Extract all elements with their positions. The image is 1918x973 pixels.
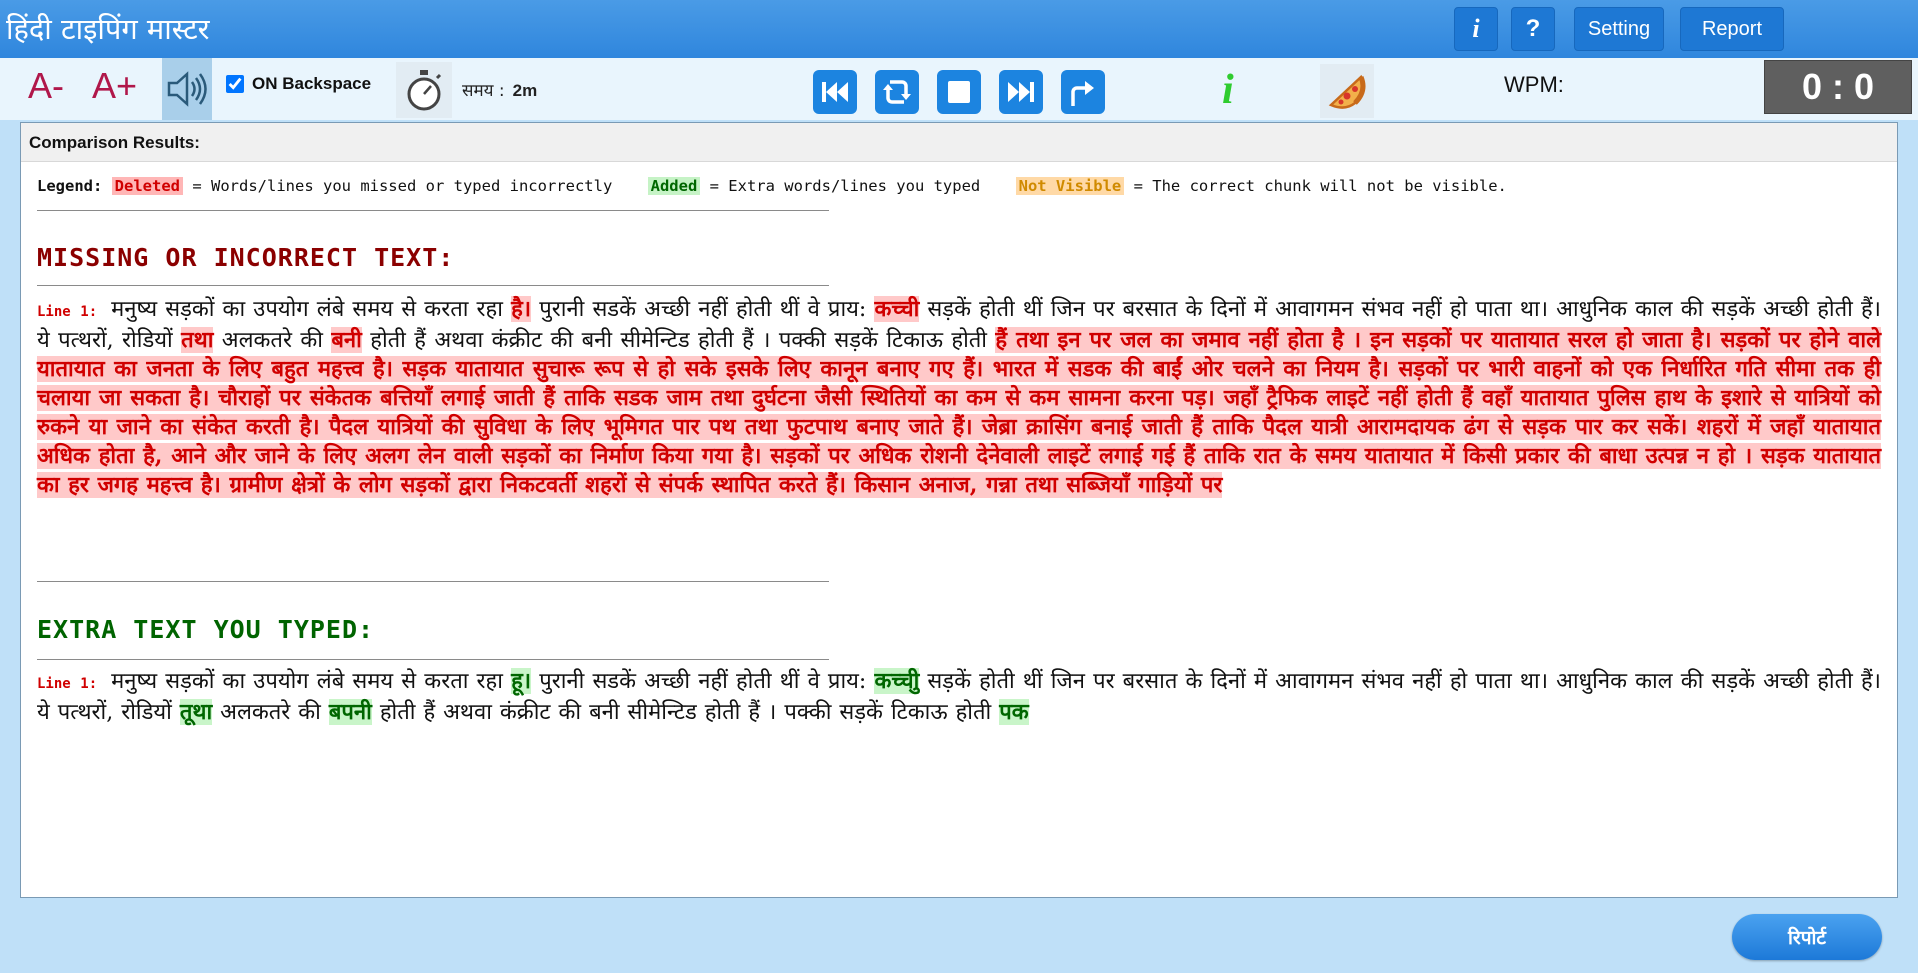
- correct-text: अलकतरे की: [213, 328, 332, 353]
- line-number: Line 1:: [37, 304, 98, 320]
- extra-text-block: Line 1: मनुष्य सड़कों का उपयोग लंबे समय स…: [37, 667, 1881, 727]
- setting-button[interactable]: Setting: [1574, 7, 1664, 51]
- legend: Legend: Deleted = Words/lines you missed…: [37, 177, 1507, 195]
- divider: [37, 581, 829, 582]
- info-button[interactable]: i: [1454, 7, 1498, 51]
- deleted-text: तथा: [181, 327, 214, 353]
- refresh-button[interactable]: [875, 70, 919, 114]
- skip-back-button[interactable]: [813, 70, 857, 114]
- backspace-label: ON Backspace: [252, 74, 372, 93]
- score-display: 0 : 0: [1764, 60, 1912, 114]
- results-title: Comparison Results:: [29, 133, 200, 152]
- divider: [37, 210, 829, 211]
- time-value: 2m: [512, 81, 538, 100]
- legend-deleted-desc: = Words/lines you missed or typed incorr…: [192, 177, 613, 195]
- font-decrease-button[interactable]: A-: [28, 68, 64, 104]
- report-button[interactable]: Report: [1680, 7, 1784, 51]
- share-icon: [1071, 81, 1094, 106]
- font-increase-button[interactable]: A+: [92, 68, 137, 104]
- legend-added-desc: = Extra words/lines you typed: [709, 177, 981, 195]
- skip-back-icon: [822, 82, 848, 102]
- legend-not-visible-desc: = The correct chunk will not be visible.: [1133, 177, 1507, 195]
- time-display: समय : 2m: [462, 78, 537, 101]
- extra-section-title: EXTRA TEXT YOU TYPED:: [37, 615, 375, 644]
- skip-forward-button[interactable]: [999, 70, 1043, 114]
- missing-text-block: Line 1: मनुष्य सड़कों का उपयोग लंबे समय स…: [37, 295, 1882, 500]
- toolbar: A- A+ ON Backspace समय : 2m i WPM: 0: 0: [0, 58, 1918, 120]
- time-label: समय :: [462, 81, 505, 101]
- app-title: हिंदी टाइपिंग मास्टर: [6, 12, 210, 46]
- title-bar: हिंदी टाइपिंग मास्टर i ? Setting Report: [0, 0, 1918, 58]
- results-panel: Comparison Results: Legend: Deleted = Wo…: [20, 122, 1898, 898]
- sound-toggle-button[interactable]: [162, 58, 212, 120]
- divider: [37, 659, 829, 660]
- stop-icon: [948, 81, 970, 103]
- help-button[interactable]: ?: [1511, 7, 1555, 51]
- typed-text: होती हैं अथवा कंक्रीट की बनी सीमेन्टिड ह…: [371, 700, 1000, 725]
- legend-deleted-tag: Deleted: [111, 177, 183, 195]
- correct-text: पुरानी सडकें अच्छी नहीं होती थीं वे प्रा…: [531, 297, 875, 322]
- info-icon[interactable]: i: [1222, 66, 1234, 114]
- pizza-icon[interactable]: [1320, 64, 1374, 118]
- backspace-toggle[interactable]: ON Backspace: [226, 74, 371, 94]
- deleted-text: कच्ची: [874, 296, 920, 322]
- deleted-text: बनी: [331, 327, 362, 353]
- wpm-label: WPM:: [1504, 72, 1564, 97]
- correct-text: होती हैं अथवा कंक्रीट की बनी सीमेन्टिड ह…: [361, 328, 996, 353]
- added-text: पक: [999, 699, 1029, 725]
- added-text: कच्चीु: [874, 668, 920, 694]
- refresh-icon: [883, 80, 911, 104]
- missing-section-title: MISSING OR INCORRECT TEXT:: [37, 243, 455, 272]
- typed-text: मनुष्य सड़कों का उपयोग लंबे समय से करता …: [111, 669, 512, 694]
- stopwatch-icon[interactable]: [396, 62, 452, 118]
- share-button[interactable]: [1061, 70, 1105, 114]
- added-text: बपनी: [328, 699, 372, 725]
- skip-forward-icon: [1008, 82, 1034, 102]
- added-text: तूथा: [179, 699, 213, 725]
- typed-text: अलकतरे की: [212, 700, 329, 725]
- legend-label: Legend:: [37, 177, 103, 195]
- stop-button[interactable]: [937, 70, 981, 114]
- divider: [37, 285, 829, 286]
- legend-added-tag: Added: [647, 177, 701, 195]
- results-header: Comparison Results:: [21, 123, 1897, 162]
- correct-text: मनुष्य सड़कों का उपयोग लंबे समय से करता …: [111, 297, 512, 322]
- report-footer-button[interactable]: रिपोर्ट: [1732, 914, 1882, 960]
- speaker-icon: [167, 71, 207, 107]
- added-text: हू।: [511, 668, 532, 694]
- legend-not-visible-tag: Not Visible: [1015, 177, 1125, 195]
- backspace-checkbox[interactable]: [226, 75, 244, 93]
- typed-text: पुरानी सडकें अच्छी नहीं होती थीं वे प्रा…: [531, 669, 875, 694]
- line-number: Line 1:: [37, 676, 98, 692]
- deleted-text: है।: [511, 296, 532, 322]
